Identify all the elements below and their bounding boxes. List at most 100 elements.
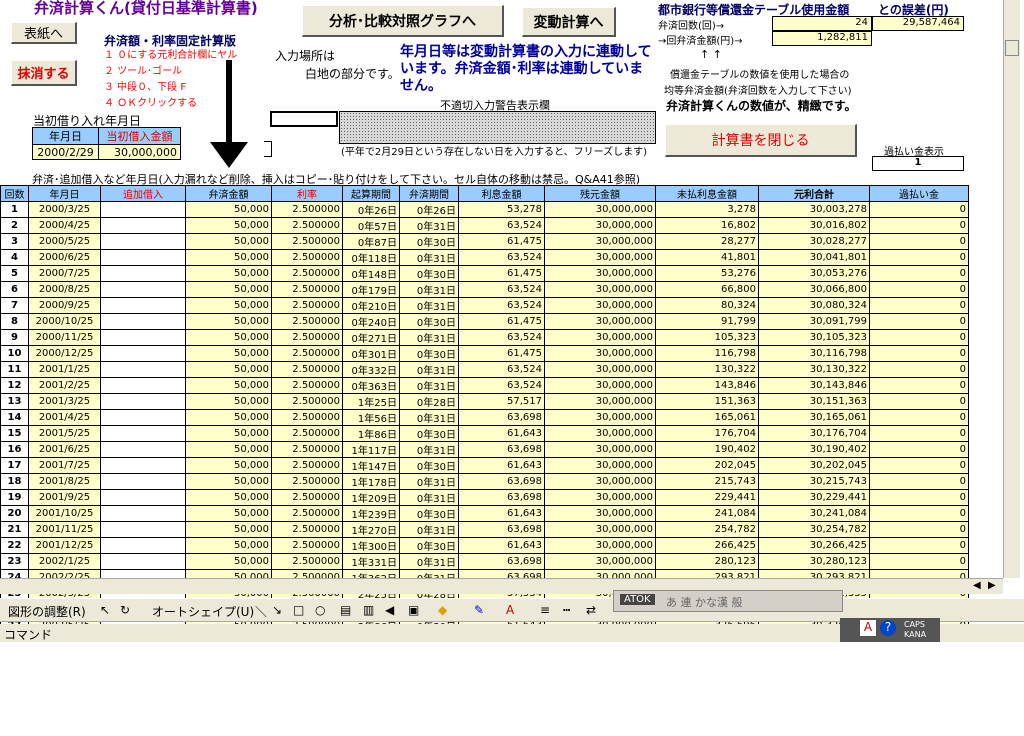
cell-col-payment[interactable]: 50,000 (185, 537, 272, 554)
cell-col-date[interactable]: 2001/2/25 (28, 377, 101, 394)
oval-icon[interactable]: ○ (315, 603, 325, 617)
cell-col-date[interactable]: 2001/3/25 (28, 393, 101, 410)
cell-col-payment[interactable]: 50,000 (185, 441, 272, 458)
cell-col-payment[interactable]: 50,000 (185, 329, 272, 346)
cell-col-rate[interactable]: 2.500000 (271, 217, 343, 234)
cell-col-rate[interactable]: 2.500000 (271, 537, 343, 554)
textbox-icon[interactable]: ▤ (340, 603, 351, 617)
cell-col-date[interactable]: 2001/4/25 (28, 409, 101, 426)
cell-col-payment[interactable]: 50,000 (185, 249, 272, 266)
cell-col-additional[interactable] (100, 329, 186, 346)
vertical-scrollbar[interactable] (1003, 0, 1020, 578)
cell-col-date[interactable]: 2000/11/25 (28, 329, 101, 346)
cell-col-additional[interactable] (100, 473, 186, 490)
rotate-icon[interactable]: ↻ (120, 603, 130, 617)
dash-style-icon[interactable]: ┅ (563, 603, 570, 617)
cell-col-date[interactable]: 2002/1/25 (28, 553, 101, 570)
scroll-right-icon[interactable]: ▶ (988, 580, 996, 591)
line-style-icon[interactable]: ≡ (540, 603, 550, 617)
arrow-tool-icon[interactable]: ↘ (272, 603, 282, 617)
erase-button[interactable]: 抹消する (11, 60, 77, 86)
cell-col-additional[interactable] (100, 217, 186, 234)
cell-col-rate[interactable]: 2.500000 (271, 313, 343, 330)
cell-col-rate[interactable]: 2.500000 (271, 553, 343, 570)
cell-col-payment[interactable]: 50,000 (185, 297, 272, 314)
cell-col-date[interactable]: 2000/12/25 (28, 345, 101, 362)
cell-col-additional[interactable] (100, 425, 186, 442)
cell-col-payment[interactable]: 50,000 (185, 265, 272, 282)
cell-col-rate[interactable]: 2.500000 (271, 457, 343, 474)
cell-col-rate[interactable]: 2.500000 (271, 265, 343, 282)
fill-color-icon[interactable]: ◆ (438, 603, 447, 617)
cell-col-rate[interactable]: 2.500000 (271, 249, 343, 266)
close-sheet-button[interactable]: 計算書を閉じる (665, 124, 857, 157)
cell-col-date[interactable]: 2000/6/25 (28, 249, 101, 266)
cell-col-date[interactable]: 2001/10/25 (28, 505, 101, 522)
line-color-icon[interactable]: ✎ (474, 603, 484, 617)
cell-col-rate[interactable]: 2.500000 (271, 489, 343, 506)
cell-col-rate[interactable]: 2.500000 (271, 425, 343, 442)
ime-a-icon[interactable]: A (860, 620, 876, 636)
cell-col-date[interactable]: 2001/9/25 (28, 489, 101, 506)
cell-col-date[interactable]: 2000/8/25 (28, 281, 101, 298)
cell-col-date[interactable]: 2001/12/25 (28, 537, 101, 554)
cell-col-additional[interactable] (100, 201, 186, 218)
cell-col-additional[interactable] (100, 281, 186, 298)
cell-col-additional[interactable] (100, 409, 186, 426)
cell-col-additional[interactable] (100, 377, 186, 394)
cell-col-rate[interactable]: 2.500000 (271, 377, 343, 394)
overpayment-display-input[interactable]: 1 (872, 156, 964, 171)
cell-col-additional[interactable] (100, 313, 186, 330)
cell-col-date[interactable]: 2000/10/25 (28, 313, 101, 330)
cover-button[interactable]: 表紙へ (11, 22, 77, 44)
cell-col-additional[interactable] (100, 505, 186, 522)
cell-col-date[interactable]: 2001/5/25 (28, 425, 101, 442)
horizontal-scrollbar[interactable]: ◀ ▶ (0, 578, 1003, 594)
cell-col-date[interactable]: 2001/6/25 (28, 441, 101, 458)
cell-col-additional[interactable] (100, 233, 186, 250)
cell-col-payment[interactable]: 50,000 (185, 553, 272, 570)
cell-col-payment[interactable]: 50,000 (185, 489, 272, 506)
clipart-icon[interactable]: ▣ (408, 603, 419, 617)
cell-col-payment[interactable]: 50,000 (185, 521, 272, 538)
cell-col-date[interactable]: 2001/8/25 (28, 473, 101, 490)
cell-col-additional[interactable] (100, 441, 186, 458)
cell-col-additional[interactable] (100, 521, 186, 538)
analysis-graph-button[interactable]: 分析･比較対照グラフへ (302, 5, 504, 37)
cell-col-payment[interactable]: 50,000 (185, 505, 272, 522)
atok-modes[interactable]: あ 連 かな漢 般 (666, 594, 743, 610)
cell-col-rate[interactable]: 2.500000 (271, 345, 343, 362)
cell-col-rate[interactable]: 2.500000 (271, 297, 343, 314)
variable-calc-button[interactable]: 変動計算へ (522, 7, 616, 37)
scroll-left-icon[interactable]: ◀ (973, 580, 981, 591)
select-pointer-icon[interactable]: ↖ (100, 603, 110, 617)
count-input[interactable]: 24 (772, 16, 872, 31)
cell-col-payment[interactable]: 50,000 (185, 233, 272, 250)
cell-col-rate[interactable]: 2.500000 (271, 505, 343, 522)
line-icon[interactable]: ＼ (255, 603, 267, 620)
scroll-thumb[interactable] (1005, 40, 1019, 56)
cell-col-additional[interactable] (100, 553, 186, 570)
arrow-style-icon[interactable]: ⇄ (586, 603, 596, 617)
cell-col-payment[interactable]: 50,000 (185, 281, 272, 298)
cell-col-rate[interactable]: 2.500000 (271, 201, 343, 218)
cell-col-additional[interactable] (100, 537, 186, 554)
rectangle-icon[interactable]: □ (293, 603, 304, 617)
cell-col-payment[interactable]: 50,000 (185, 217, 272, 234)
cell-col-date[interactable]: 2000/9/25 (28, 297, 101, 314)
cell-col-payment[interactable]: 50,000 (185, 409, 272, 426)
font-color-icon[interactable]: A (506, 603, 514, 617)
cell-col-additional[interactable] (100, 297, 186, 314)
cell-col-additional[interactable] (100, 489, 186, 506)
cell-col-payment[interactable]: 50,000 (185, 201, 272, 218)
cell-col-rate[interactable]: 2.500000 (271, 281, 343, 298)
cell-col-payment[interactable]: 50,000 (185, 457, 272, 474)
cell-col-payment[interactable]: 50,000 (185, 425, 272, 442)
cell-col-additional[interactable] (100, 361, 186, 378)
autoshape-menu[interactable]: オートシェイプ(U) (152, 603, 254, 620)
cell-col-date[interactable]: 2000/4/25 (28, 217, 101, 234)
cell-col-payment[interactable]: 50,000 (185, 361, 272, 378)
cell-col-payment[interactable]: 50,000 (185, 313, 272, 330)
cell-col-date[interactable]: 2000/5/25 (28, 233, 101, 250)
cell-col-rate[interactable]: 2.500000 (271, 441, 343, 458)
